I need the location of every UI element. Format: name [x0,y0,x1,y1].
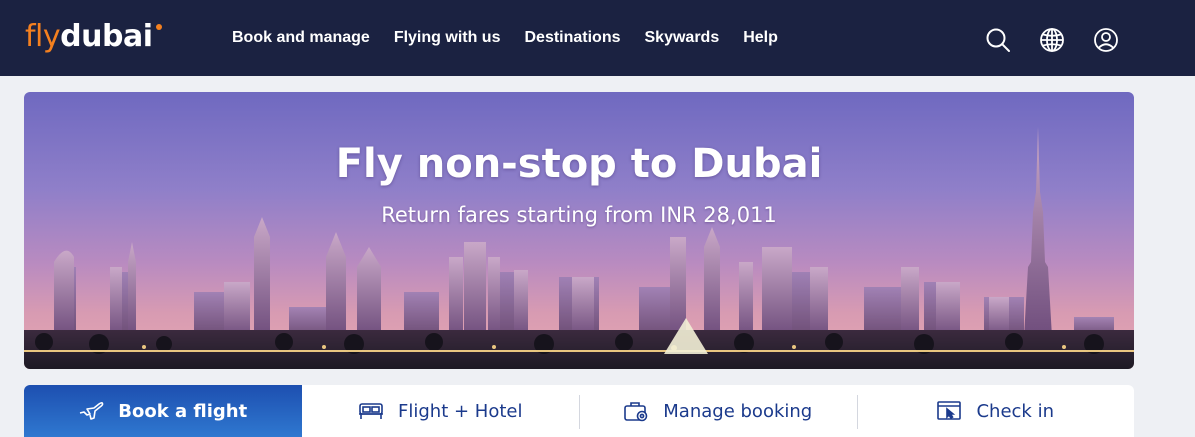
bed-icon [358,400,384,422]
tab-flight-hotel[interactable]: Flight + Hotel [302,385,580,437]
tab-label: Book a flight [118,400,248,422]
nav-item-destinations[interactable]: Destinations [524,29,620,47]
nav-item-book-and-manage[interactable]: Book and manage [232,29,370,47]
logo-fly-text: fly [25,19,61,54]
flydubai-logo[interactable]: fly dubai [25,19,162,59]
hero-subtitle: Return fares starting from INR 28,011 [381,203,777,227]
user-account-icon[interactable] [1093,27,1119,53]
nav-item-skywards[interactable]: Skywards [645,29,720,47]
tab-check-in[interactable]: Check in [856,385,1135,437]
site-header: fly dubai Book and manage Flying with us … [0,0,1195,76]
tab-manage-booking[interactable]: Manage booking [579,385,857,437]
logo-dubai-text: dubai [60,19,153,54]
logo-dot [155,24,162,30]
booking-tabs: Book a flight Flight + Hotel Manage book… [24,385,1134,437]
header-actions [957,27,1119,53]
search-icon[interactable] [985,27,1011,53]
hero-banner[interactable]: Fly non-stop to Dubai Return fares start… [24,92,1134,369]
nav-item-help[interactable]: Help [743,29,778,47]
dubai-skyline-image [24,127,1134,369]
hero-title: Fly non-stop to Dubai [335,141,823,187]
tab-book-a-flight[interactable]: Book a flight [24,385,302,437]
tab-label: Manage booking [663,400,813,422]
tab-label: Flight + Hotel [398,400,523,422]
airplane-icon [78,400,104,422]
briefcase-gear-icon [623,400,649,422]
web-checkin-icon [936,400,962,422]
nav-item-flying-with-us[interactable]: Flying with us [394,29,501,47]
tab-label: Check in [976,400,1054,422]
main-nav: Book and manage Flying with us Destinati… [232,0,802,76]
globe-icon[interactable] [1039,27,1065,53]
